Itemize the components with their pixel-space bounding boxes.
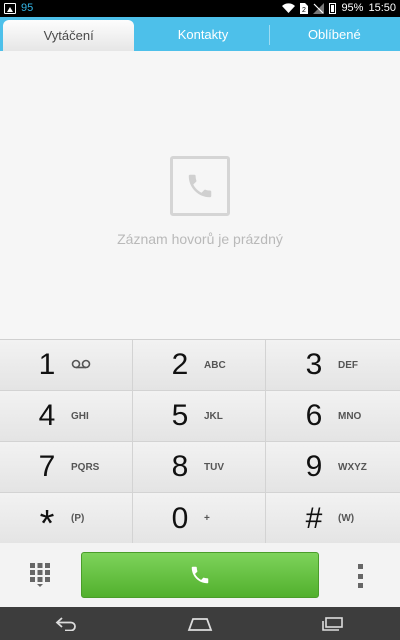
- tab-dialer[interactable]: Vytáčení: [3, 20, 135, 51]
- key-letters: DEF: [338, 359, 358, 371]
- notification-count: 95: [21, 2, 34, 14]
- key-letters: +: [204, 513, 210, 524]
- call-button[interactable]: [81, 552, 319, 598]
- more-dot: [357, 564, 363, 569]
- more-dot: [357, 583, 363, 588]
- tab-contacts[interactable]: Kontakty: [137, 17, 268, 51]
- sim-icon: 2: [300, 2, 309, 14]
- more-vert-icon[interactable]: [355, 564, 365, 588]
- status-left: 95: [4, 2, 33, 14]
- key-9[interactable]: 9 WXYZ: [266, 442, 400, 493]
- key-digit: 8: [171, 450, 189, 483]
- image-icon: [4, 2, 16, 14]
- key-digit: 1: [38, 348, 56, 381]
- recents-icon[interactable]: [303, 607, 363, 640]
- call-log-area: Záznam hovorů je prázdný: [0, 51, 400, 339]
- signal-icon: [313, 2, 325, 14]
- home-icon[interactable]: [170, 607, 230, 640]
- tab-favorites[interactable]: Oblíbené: [268, 17, 400, 51]
- status-bar: 95 2 95% 15:50: [0, 0, 400, 17]
- key-letters: JKL: [204, 410, 223, 422]
- battery-icon: [329, 2, 337, 14]
- more-dot: [357, 573, 363, 579]
- voicemail-icon: [71, 359, 99, 372]
- battery-percent: 95%: [341, 2, 364, 14]
- key-1[interactable]: 1: [0, 340, 133, 391]
- key-digit: 9: [305, 450, 323, 483]
- key-letters: (W): [338, 513, 355, 524]
- key-4[interactable]: 4 GHI: [0, 391, 133, 442]
- key-letters: GHI: [71, 410, 89, 422]
- tab-bar: Vytáčení Kontakty Oblíbené: [0, 17, 400, 51]
- key-7[interactable]: 7 PQRS: [0, 442, 133, 493]
- empty-call-log-message: Záznam hovorů je prázdný: [117, 231, 283, 247]
- key-5[interactable]: 5 JKL: [133, 391, 266, 442]
- tab-favorites-label: Oblíbené: [307, 26, 361, 42]
- status-right: 2 95% 15:50: [282, 2, 396, 14]
- dialpad-grid-icon[interactable]: [28, 562, 52, 588]
- key-letters: TUV: [204, 461, 224, 473]
- key-digit: 2: [171, 348, 189, 381]
- key-letters: MNO: [338, 410, 362, 422]
- key-digit: 3: [305, 348, 323, 381]
- navigation-bar: [0, 607, 400, 640]
- key-letters: (P): [71, 513, 85, 524]
- phone-icon: [170, 156, 230, 216]
- key-6[interactable]: 6 MNO: [266, 391, 400, 442]
- tab-dialer-label: Vytáčení: [43, 28, 94, 43]
- dialpad: 1 2 ABC 3 DEF 4 GHI 5 JKL 6 MNO 7 PQRS 8…: [0, 339, 400, 544]
- back-icon[interactable]: [37, 607, 97, 640]
- key-digit: #: [305, 501, 323, 535]
- key-hash[interactable]: # (W): [266, 493, 400, 544]
- key-8[interactable]: 8 TUV: [133, 442, 266, 493]
- key-digit: 4: [38, 399, 56, 432]
- key-digit: 7: [38, 450, 56, 483]
- wifi-icon: [282, 3, 296, 13]
- key-2[interactable]: 2 ABC: [133, 340, 266, 391]
- key-3[interactable]: 3 DEF: [266, 340, 400, 391]
- key-digit: *: [39, 503, 55, 546]
- key-letters: ABC: [204, 359, 226, 371]
- key-0[interactable]: 0 +: [133, 493, 266, 544]
- phone-icon: [191, 566, 209, 584]
- dialer-action-bar: [0, 543, 400, 607]
- clock: 15:50: [368, 2, 396, 14]
- key-digit: 0: [171, 501, 189, 535]
- phone-screen: 95 2 95% 15:50 Vytáčení Kontakty Oblíben…: [0, 0, 400, 640]
- key-letters: WXYZ: [338, 461, 367, 473]
- tab-contacts-label: Kontakty: [177, 26, 229, 42]
- svg-text:2: 2: [302, 7, 306, 14]
- key-digit: 5: [171, 399, 189, 432]
- key-letters: PQRS: [71, 461, 100, 473]
- key-digit: 6: [305, 399, 323, 432]
- key-star[interactable]: * (P): [0, 493, 133, 544]
